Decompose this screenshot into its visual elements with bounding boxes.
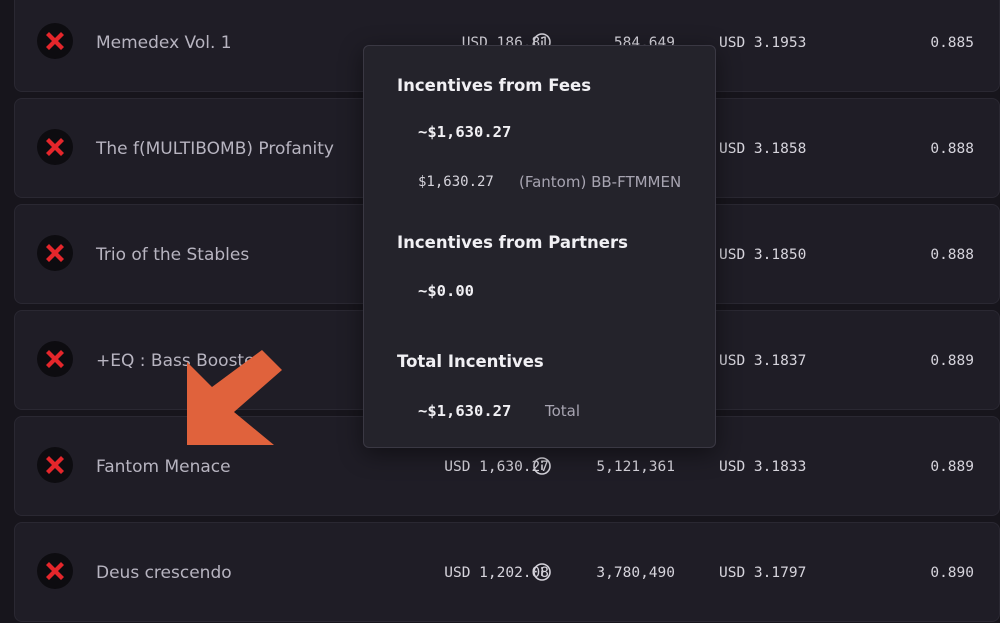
- ratio-value: 0.888: [930, 141, 974, 157]
- pool-logo-icon: [37, 235, 73, 271]
- price-value: USD 3.1833: [719, 459, 807, 475]
- pool-logo-icon: [37, 341, 73, 377]
- pool-name: Deus crescendo: [96, 563, 232, 583]
- fees-item-amount: $1,630.27: [418, 174, 494, 190]
- pool-name: Memedex Vol. 1: [96, 33, 232, 53]
- pool-name: The f(MULTIBOMB) Profanity: [96, 139, 334, 159]
- ratio-value: 0.890: [930, 565, 974, 581]
- info-icon[interactable]: [533, 563, 551, 581]
- price-value: USD 3.1850: [719, 247, 807, 263]
- incentives-tooltip: Incentives from Fees ~$1,630.27 $1,630.2…: [363, 45, 716, 448]
- info-icon[interactable]: [533, 457, 551, 475]
- price-value: USD 3.1953: [719, 35, 807, 51]
- fees-item-label: (Fantom) BB-FTMMEN: [519, 173, 682, 191]
- total-heading: Total Incentives: [397, 352, 544, 371]
- total-label: Total: [545, 402, 581, 420]
- partners-total: ~$0.00: [418, 282, 474, 300]
- price-value: USD 3.1837: [719, 353, 807, 369]
- volume-value: 3,780,490: [596, 565, 675, 581]
- pool-logo-icon: [37, 23, 73, 59]
- pool-logo-icon: [37, 129, 73, 165]
- ratio-value: 0.888: [930, 247, 974, 263]
- ratio-value: 0.889: [930, 459, 974, 475]
- partners-heading: Incentives from Partners: [397, 233, 628, 252]
- total-amount: ~$1,630.27: [418, 402, 512, 420]
- ratio-value: 0.885: [930, 35, 974, 51]
- ratio-value: 0.889: [930, 353, 974, 369]
- pool-row[interactable]: Deus crescendo USD 1,202.08 3,780,490 US…: [14, 522, 1000, 622]
- pool-logo-icon: [37, 447, 73, 483]
- fees-total: ~$1,630.27: [418, 123, 512, 141]
- fees-heading: Incentives from Fees: [397, 76, 592, 95]
- pool-name: Trio of the Stables: [96, 245, 250, 265]
- price-value: USD 3.1797: [719, 565, 807, 581]
- price-value: USD 3.1858: [719, 141, 807, 157]
- down-left-arrow-icon: [187, 350, 282, 445]
- pool-logo-icon: [37, 553, 73, 589]
